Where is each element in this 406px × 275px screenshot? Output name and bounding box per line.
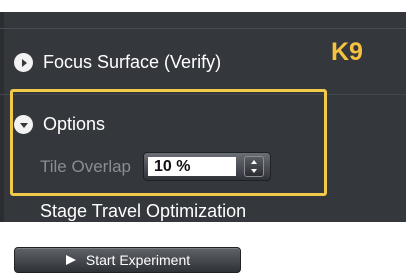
tile-overlap-label: Tile Overlap	[40, 156, 132, 176]
circle-arrow-down-icon	[14, 115, 33, 134]
start-experiment-label: Start Experiment	[85, 252, 191, 268]
tile-overlap-stepper[interactable]	[244, 156, 265, 177]
tile-overlap-spinbox[interactable]: 10 %	[143, 152, 272, 181]
tile-overlap-row: Tile Overlap 10 %	[40, 152, 272, 181]
stage-travel-optimization-label[interactable]: Stage Travel Optimization	[40, 201, 246, 222]
focus-surface-label: Focus Surface (Verify)	[43, 52, 222, 72]
panel-left-edge	[0, 12, 4, 222]
focus-surface-section-header[interactable]: Focus Surface (Verify)	[14, 52, 221, 73]
divider	[0, 94, 406, 95]
options-section-header[interactable]: Options	[14, 114, 105, 135]
settings-panel: Focus Surface (Verify) Options Tile Over…	[0, 0, 406, 222]
panel-top-strip	[0, 0, 406, 12]
start-experiment-button[interactable]: Start Experiment	[14, 247, 241, 273]
divider	[0, 28, 406, 29]
annotation-label: K9	[331, 38, 363, 66]
tile-overlap-input[interactable]: 10 %	[148, 157, 237, 176]
options-label: Options	[43, 114, 106, 134]
play-icon	[65, 254, 77, 266]
circle-arrow-right-icon	[14, 53, 33, 72]
up-down-arrows-icon	[251, 160, 258, 173]
